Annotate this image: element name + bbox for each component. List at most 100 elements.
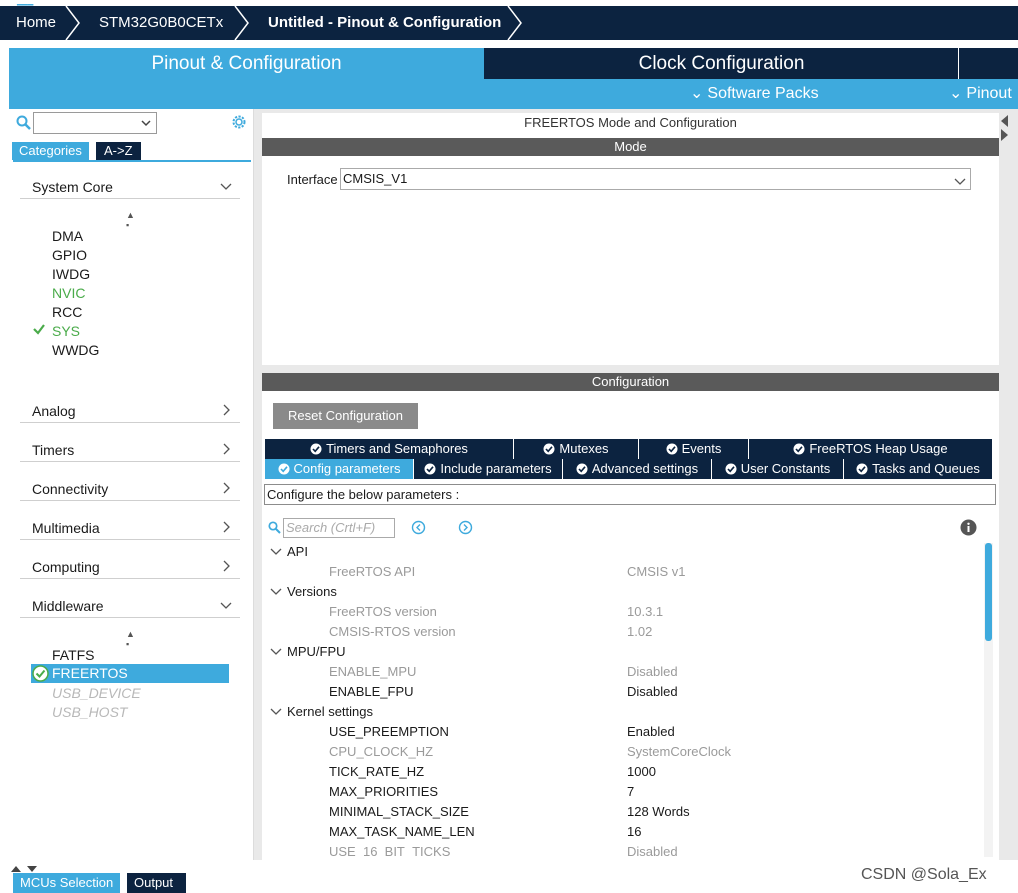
breadcrumb-project[interactable]: Untitled - Pinout & Configuration — [268, 6, 501, 40]
parameter-search-input[interactable]: Search (Crtl+F) — [283, 518, 395, 538]
category-connectivity[interactable]: Connectivity — [20, 477, 240, 501]
chevron-down-icon — [140, 117, 152, 132]
software-packs-menu[interactable]: ⌄ Software Packs — [690, 79, 819, 109]
param-value[interactable]: 1000 — [627, 764, 656, 779]
param-value: Disabled — [627, 844, 678, 856]
category-label: Middleware — [32, 598, 104, 614]
chevron-down-icon — [954, 173, 966, 193]
next-icon[interactable] — [458, 520, 473, 538]
category-analog[interactable]: Analog — [20, 399, 240, 423]
tab-tasks-and-queues[interactable]: Tasks and Queues — [844, 459, 993, 479]
panel-collapse-handle[interactable] — [1000, 113, 1009, 143]
chevron-right-icon — [220, 482, 232, 497]
tab-events[interactable]: Events — [639, 439, 749, 459]
tab-freertos-heap-usage[interactable]: FreeRTOS Heap Usage — [749, 439, 993, 459]
gear-icon[interactable] — [230, 113, 248, 134]
check-circle-icon — [424, 461, 436, 481]
param-name: ENABLE_MPU — [329, 664, 417, 679]
configuration-panel: Configuration Reset Configuration Timers… — [262, 373, 999, 860]
list-item-dma[interactable]: DMA — [52, 228, 83, 244]
chevron-right-icon — [220, 560, 232, 575]
tab-output[interactable]: Output — [127, 873, 186, 893]
check-circle-icon — [32, 665, 49, 685]
breadcrumb-device[interactable]: STM32G0B0CETx — [99, 6, 223, 40]
tab-config-parameters[interactable]: Config parameters — [265, 459, 414, 479]
list-item-gpio[interactable]: GPIO — [52, 247, 87, 263]
tab-mcus-selection[interactable]: MCUs Selection — [13, 873, 121, 893]
tab-label: Config parameters — [293, 461, 401, 476]
chevron-right-icon — [220, 443, 232, 458]
mode-section-header: Mode — [262, 138, 999, 156]
tab-categories[interactable]: Categories — [12, 142, 89, 160]
mode-panel: FREERTOS Mode and Configuration Mode Int… — [262, 113, 999, 365]
group-kernel-settings[interactable]: Kernel settings — [287, 704, 373, 719]
scroll-up-icon[interactable]: ▲ ▪ — [126, 629, 135, 649]
param-name[interactable]: MAX_PRIORITIES — [329, 784, 438, 799]
category-multimedia[interactable]: Multimedia — [20, 516, 240, 540]
param-value: 10.3.1 — [627, 604, 664, 619]
search-icon[interactable] — [16, 115, 32, 131]
pinout-menu[interactable]: ⌄ Pinout — [949, 79, 1012, 109]
group-versions[interactable]: Versions — [287, 584, 337, 599]
list-item-freertos[interactable]: FREERTOS — [31, 664, 229, 683]
tab-clock-configuration[interactable]: Clock Configuration — [485, 48, 959, 79]
tab-mutexes[interactable]: Mutexes — [514, 439, 639, 459]
tab-label: User Constants — [740, 461, 831, 476]
sub-toolbar: ⌄ Software Packs ⌄ Pinout — [9, 79, 1018, 109]
previous-icon[interactable] — [411, 520, 426, 538]
param-value: 1.02 — [627, 624, 653, 639]
check-circle-icon — [856, 461, 868, 481]
param-value[interactable]: Enabled — [627, 724, 675, 739]
tab-advanced-settings[interactable]: Advanced settings — [563, 459, 712, 479]
list-item-iwdg[interactable]: IWDG — [52, 266, 90, 282]
reset-configuration-button[interactable]: Reset Configuration — [273, 403, 418, 429]
list-item-fatfs[interactable]: FATFS — [52, 647, 95, 663]
chevron-right-icon — [220, 404, 232, 419]
category-label: Connectivity — [32, 481, 109, 497]
list-item-sys[interactable]: SYS — [52, 323, 80, 339]
category-system-core[interactable]: System Core — [20, 175, 240, 199]
search-dropdown[interactable] — [33, 112, 157, 134]
list-item-rcc[interactable]: RCC — [52, 304, 82, 320]
param-value[interactable]: 128 Words — [627, 804, 690, 819]
param-name[interactable]: TICK_RATE_HZ — [329, 764, 424, 779]
tab-a-z[interactable]: A->Z — [96, 142, 141, 160]
param-name: USE_16_BIT_TICKS — [329, 844, 451, 856]
category-timers[interactable]: Timers — [20, 438, 240, 462]
tab-timers-semaphores[interactable]: Timers and Semaphores — [265, 439, 514, 459]
param-value[interactable]: 7 — [627, 784, 634, 799]
param-name[interactable]: ENABLE_FPU — [329, 684, 414, 699]
list-item-wwdg[interactable]: WWDG — [52, 342, 99, 358]
param-name: CPU_CLOCK_HZ — [329, 744, 434, 759]
mode-panel-title: FREERTOS Mode and Configuration — [524, 115, 737, 130]
param-value[interactable]: 16 — [627, 824, 641, 839]
tab-user-constants[interactable]: User Constants — [712, 459, 844, 479]
breadcrumb-separator-icon — [233, 6, 251, 40]
breadcrumb-home[interactable]: Home — [16, 6, 56, 40]
chevron-down-icon[interactable] — [270, 645, 282, 660]
category-middleware[interactable]: Middleware — [20, 594, 240, 618]
chevron-down-icon[interactable] — [270, 545, 282, 560]
param-name[interactable]: MINIMAL_STACK_SIZE — [329, 804, 469, 819]
list-item-usb-device[interactable]: USB_DEVICE — [52, 685, 141, 701]
chevron-down-icon[interactable] — [270, 585, 282, 600]
group-api[interactable]: API — [287, 544, 308, 559]
scroll-up-icon[interactable]: ▲ ▪ — [126, 210, 135, 230]
parameter-scrollbar-thumb[interactable] — [985, 543, 992, 641]
tab-pinout-configuration[interactable]: Pinout & Configuration — [9, 48, 484, 79]
param-value: SystemCoreClock — [627, 744, 732, 759]
interface-select[interactable]: CMSIS_V1 — [340, 168, 971, 190]
tab-label: Events — [681, 441, 722, 456]
chevron-down-icon[interactable] — [270, 705, 282, 720]
info-icon[interactable] — [960, 519, 977, 539]
category-computing[interactable]: Computing — [20, 555, 240, 579]
param-value[interactable]: Disabled — [627, 684, 678, 699]
tab-label: Tasks and Queues — [872, 461, 980, 476]
group-mpu-fpu[interactable]: MPU/FPU — [287, 644, 346, 659]
tab-include-parameters[interactable]: Include parameters — [414, 459, 563, 479]
check-circle-icon — [543, 441, 555, 461]
list-item-nvic[interactable]: NVIC — [52, 285, 85, 301]
list-item-usb-host[interactable]: USB_HOST — [52, 704, 127, 720]
param-name[interactable]: USE_PREEMPTION — [329, 724, 449, 739]
param-name[interactable]: MAX_TASK_NAME_LEN — [329, 824, 475, 839]
